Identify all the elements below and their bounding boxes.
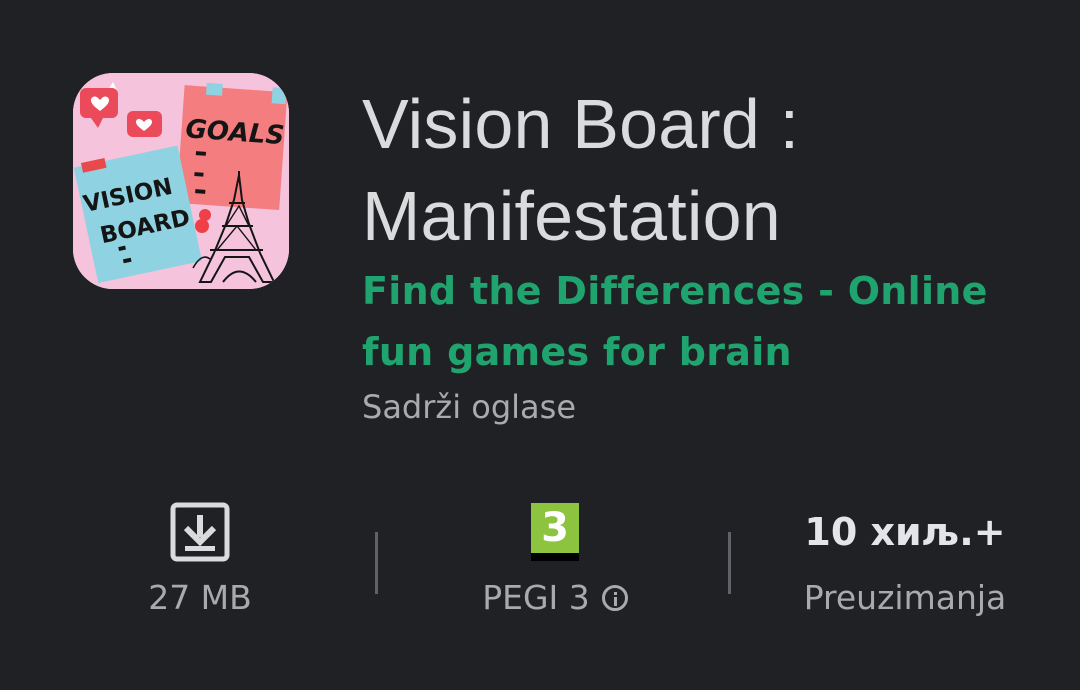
contains-ads-label: Sadrži oglase [362, 388, 576, 426]
content-rating-stat: 3 PEGI 3 [430, 497, 680, 620]
app-title-line-2: Manifestation [362, 177, 781, 255]
developer-link-line-2[interactable]: fun games for brain [362, 322, 1062, 383]
content-rating-label: PEGI 3 [482, 578, 590, 617]
info-icon[interactable] [601, 585, 628, 611]
downloads-stat: 10 хиљ.+ Preuzimanja [785, 497, 1025, 620]
developer-link-line-1[interactable]: Find the Differences - Online [362, 261, 1062, 322]
download-icon [170, 502, 230, 562]
pegi-rating-badge: 3 [531, 503, 579, 561]
stats-divider [728, 532, 731, 594]
downloads-label: Preuzimanja [803, 578, 1007, 617]
app-title-line-1: Vision Board : [362, 85, 800, 163]
app-title: Vision Board : Manifestation [362, 78, 1062, 262]
vision-board-artwork: GOALS VISION BOARD [73, 73, 289, 289]
downloads-count: 10 хиљ.+ [804, 510, 1006, 554]
developer-link[interactable]: Find the Differences - Online fun games … [362, 261, 1062, 383]
app-icon: GOALS VISION BOARD [73, 73, 289, 289]
app-size-label: 27 MB [148, 578, 252, 617]
app-size-stat: 27 MB [100, 497, 300, 620]
app-stats-row: 27 MB 3 PEGI 3 10 хиљ.+ Preuzimanja [0, 497, 1080, 637]
stats-divider [375, 532, 378, 594]
